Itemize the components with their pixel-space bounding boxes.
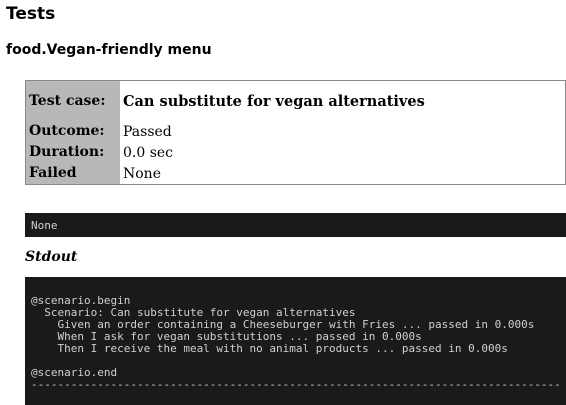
duration-row: Duration: 0.0 sec [25,142,566,163]
stdout-line: Then I receive the meal with no animal p… [31,342,508,355]
outcome-label: Outcome: [25,121,120,142]
duration-label: Duration: [25,142,120,163]
outcome-row: Outcome: Passed [25,121,566,142]
failed-label: Failed [25,163,120,185]
test-result-table: Test case: Can substitute for vegan alte… [25,80,566,185]
stdout-block: @scenario.begin Scenario: Can substitute… [25,277,566,405]
test-case-value: Can substitute for vegan alternatives [123,92,425,110]
page-title: Tests [6,4,56,24]
suite-title: food.Vegan-friendly menu [6,42,212,58]
duration-value: 0.0 sec [123,144,174,161]
failed-value: None [123,165,161,182]
outcome-value: Passed [123,123,172,140]
test-case-label: Test case: [25,80,120,121]
failed-row: Failed None [25,163,566,185]
stdout-line: ----------------------------------------… [31,378,561,391]
test-case-row: Test case: Can substitute for vegan alte… [25,80,566,121]
stdout-heading: Stdout [25,249,78,265]
failure-output-block: None [25,213,566,237]
